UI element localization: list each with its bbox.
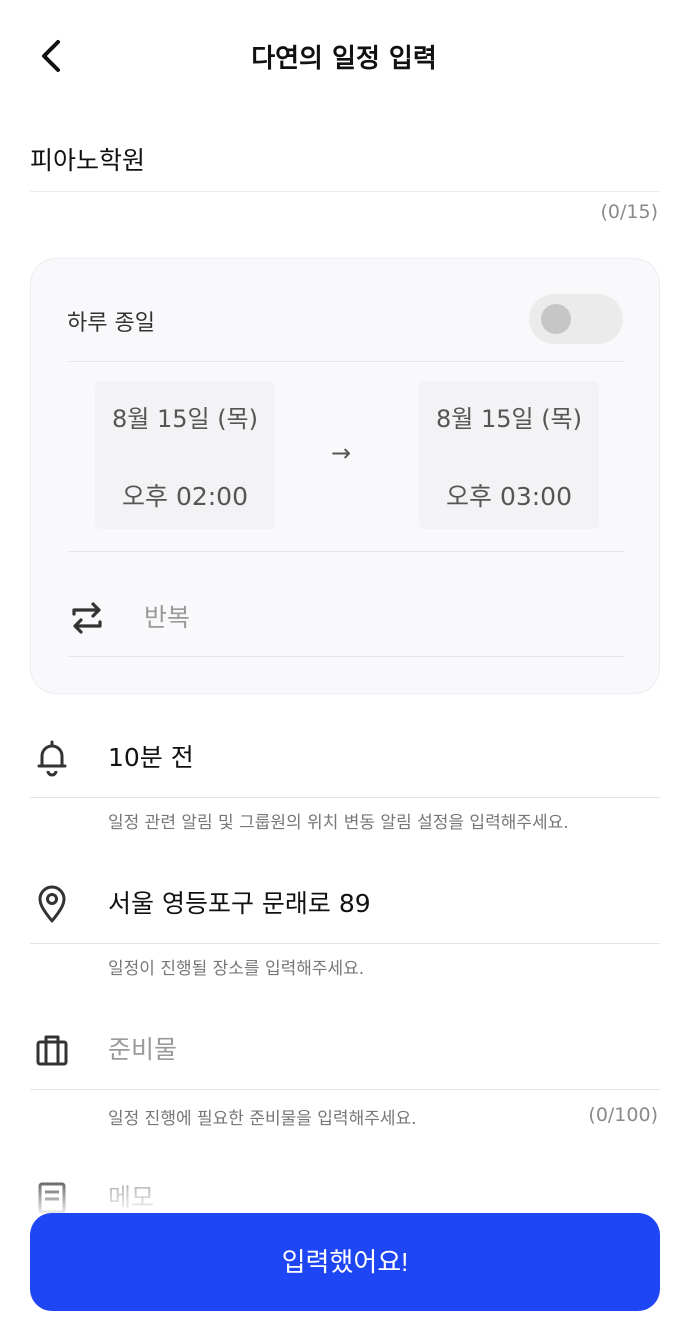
start-time: 오후 02:00 xyxy=(122,482,248,511)
arrow-right-icon: → xyxy=(331,439,352,467)
all-day-label: 하루 종일 xyxy=(67,311,155,336)
alarm-helper-text: 일정 관련 알림 및 그룹원의 위치 변동 알림 설정을 입력해주세요. xyxy=(108,813,569,833)
end-time: 오후 03:00 xyxy=(446,482,572,511)
schedule-title-input[interactable] xyxy=(30,130,660,182)
all-day-toggle[interactable] xyxy=(529,294,623,344)
toggle-knob xyxy=(541,304,571,334)
location-value: 서울 영등포구 문래로 89 xyxy=(108,889,371,918)
submit-button[interactable]: 입력했어요! xyxy=(30,1213,660,1311)
schedule-card: 하루 종일 8월 15일 (목) 오후 02:00 → 8월 15일 (목) 오… xyxy=(30,258,660,694)
divider xyxy=(68,361,624,362)
divider xyxy=(68,656,624,657)
divider xyxy=(68,551,624,552)
start-datetime-button[interactable]: 8월 15일 (목) 오후 02:00 xyxy=(95,381,275,529)
end-datetime-button[interactable]: 8월 15일 (목) 오후 03:00 xyxy=(419,381,599,529)
header: 다연의 일정 입력 xyxy=(0,0,688,112)
briefcase-icon xyxy=(36,1035,68,1066)
supplies-row[interactable]: 준비물 xyxy=(30,1008,660,1090)
repeat-icon xyxy=(72,602,102,634)
repeat-label: 반복 xyxy=(144,603,191,632)
end-date: 8월 15일 (목) xyxy=(435,405,583,433)
page-title: 다연의 일정 입력 xyxy=(251,44,437,74)
start-date: 8월 15일 (목) xyxy=(111,405,259,433)
location-helper-text: 일정이 진행될 장소를 입력해주세요. xyxy=(108,959,365,979)
supplies-char-count: (0/100) xyxy=(588,1104,658,1126)
title-char-count: (0/15) xyxy=(600,201,659,223)
scroll-fade xyxy=(0,1170,688,1218)
supplies-placeholder: 준비물 xyxy=(108,1035,178,1064)
location-pin-icon xyxy=(38,885,66,923)
supplies-helper-text: 일정 진행에 필요한 준비물을 입력해주세요. xyxy=(108,1109,417,1129)
location-row[interactable]: 서울 영등포구 문래로 89 xyxy=(30,862,660,944)
alarm-row[interactable]: 10분 전 xyxy=(30,716,660,798)
bell-icon xyxy=(37,740,67,777)
repeat-button[interactable]: 반복 xyxy=(68,584,624,656)
alarm-value: 10분 전 xyxy=(108,743,194,772)
schedule-title-field[interactable] xyxy=(30,130,660,192)
